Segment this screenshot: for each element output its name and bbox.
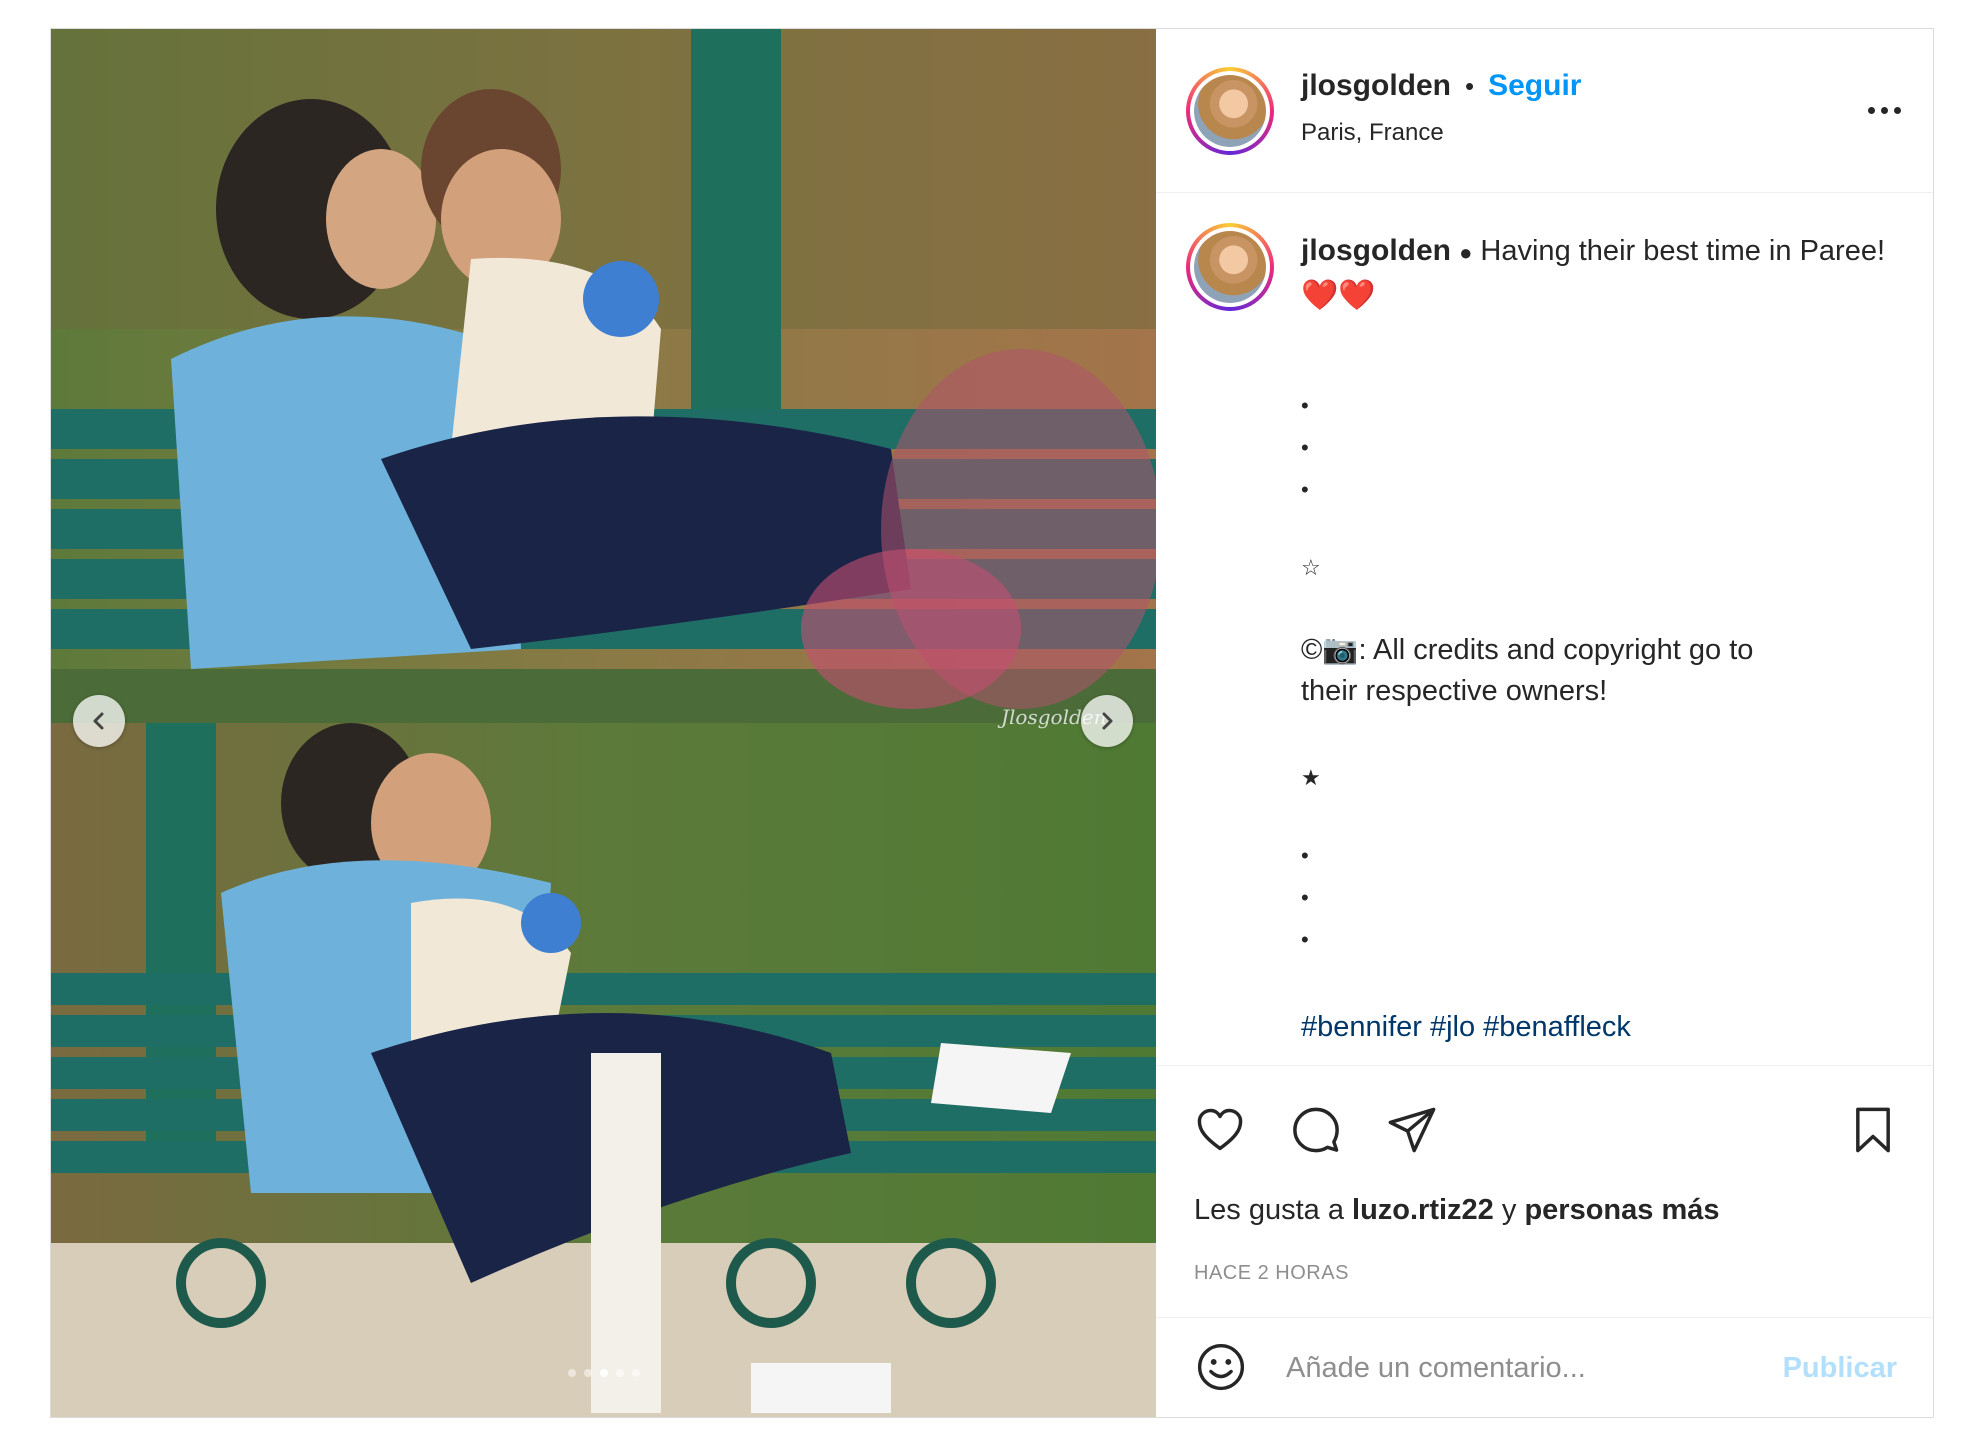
bookmark-icon[interactable] (1847, 1104, 1899, 1156)
caption-avatar[interactable] (1186, 223, 1274, 311)
post-header: jlosgolden • Seguir Paris, France (1156, 29, 1933, 193)
liker-username[interactable]: luzo.rtiz22 (1352, 1194, 1494, 1226)
caption-dot: • (1301, 435, 1309, 460)
chevron-right-icon (1102, 712, 1113, 730)
author-avatar[interactable] (1186, 67, 1274, 155)
caption-dot: • (1301, 885, 1309, 910)
caption-text: jlosgolden ● Having their best time in P… (1301, 229, 1901, 318)
header-separator: • (1465, 71, 1475, 101)
carousel-indicator (51, 1369, 1156, 1377)
comment-box: Publicar (1156, 1317, 1933, 1417)
likes-others-link[interactable]: personas más (1524, 1194, 1719, 1226)
comment-input[interactable] (1284, 1340, 1758, 1396)
avatar-image (1194, 231, 1266, 303)
caption-section: jlosgolden ● Having their best time in P… (1156, 193, 1933, 1065)
carousel-dot (631, 1369, 640, 1377)
caption-dot: • (1301, 927, 1309, 952)
hashtag-link[interactable]: #bennifer (1301, 1011, 1422, 1043)
carousel-dot (583, 1369, 592, 1377)
caption-body: Having their best time in Paree! (1480, 235, 1886, 267)
follow-button[interactable]: Seguir (1488, 69, 1581, 103)
share-icon[interactable] (1386, 1104, 1438, 1156)
chevron-left-icon (93, 712, 104, 730)
caption-dot: • (1301, 393, 1309, 418)
photo-couple-kissing (51, 29, 1156, 723)
photo-couple-hugging (51, 723, 1156, 1417)
carousel-next-button[interactable] (1081, 695, 1133, 747)
publish-button[interactable]: Publicar (1783, 1352, 1897, 1385)
star-outline: ☆ (1301, 555, 1321, 580)
likes-summary: Les gusta a luzo.rtiz22 y personas más (1194, 1194, 1720, 1227)
carousel-dot (567, 1369, 576, 1377)
caption-dot: • (1301, 843, 1309, 868)
carousel-dot (599, 1369, 608, 1377)
credits-line-2: their respective owners! (1301, 675, 1608, 707)
carousel-prev-button[interactable] (73, 695, 125, 747)
post-timestamp[interactable]: HACE 2 HORAS (1194, 1262, 1349, 1285)
author-username[interactable]: jlosgolden (1301, 69, 1451, 103)
post-actions: Les gusta a luzo.rtiz22 y personas más H… (1156, 1065, 1933, 1318)
credits-line-1: ©📷: All credits and copyright go to (1301, 634, 1754, 666)
hashtag-link[interactable]: #benaffleck (1483, 1011, 1631, 1043)
hashtag-link[interactable]: #jlo (1430, 1011, 1475, 1043)
heart-icon[interactable] (1194, 1104, 1246, 1156)
caption-dot: • (1301, 477, 1309, 502)
star-filled: ★ (1301, 765, 1321, 790)
comment-icon[interactable] (1290, 1104, 1342, 1156)
caption-bullet: ● (1459, 240, 1473, 265)
post-location[interactable]: Paris, France (1301, 119, 1444, 147)
emoji-icon[interactable] (1194, 1340, 1248, 1394)
more-options-icon[interactable] (1868, 107, 1901, 114)
avatar-image (1194, 75, 1266, 147)
post-media[interactable]: Jlosgolden (51, 29, 1156, 1417)
carousel-dot (615, 1369, 624, 1377)
hashtag-list: #bennifer #jlo #benaffleck (1301, 1011, 1639, 1044)
caption-username[interactable]: jlosgolden (1301, 234, 1451, 267)
likes-prefix: Les gusta a (1194, 1194, 1344, 1226)
post-side-panel: jlosgolden • Seguir Paris, France jlosgo… (1156, 29, 1933, 1417)
likes-conjunction: y (1501, 1194, 1517, 1226)
instagram-post: Jlosgolden jlosgolden • Seguir Paris, Fr… (50, 28, 1934, 1418)
heart-emoji: ❤️❤️ (1301, 279, 1376, 312)
